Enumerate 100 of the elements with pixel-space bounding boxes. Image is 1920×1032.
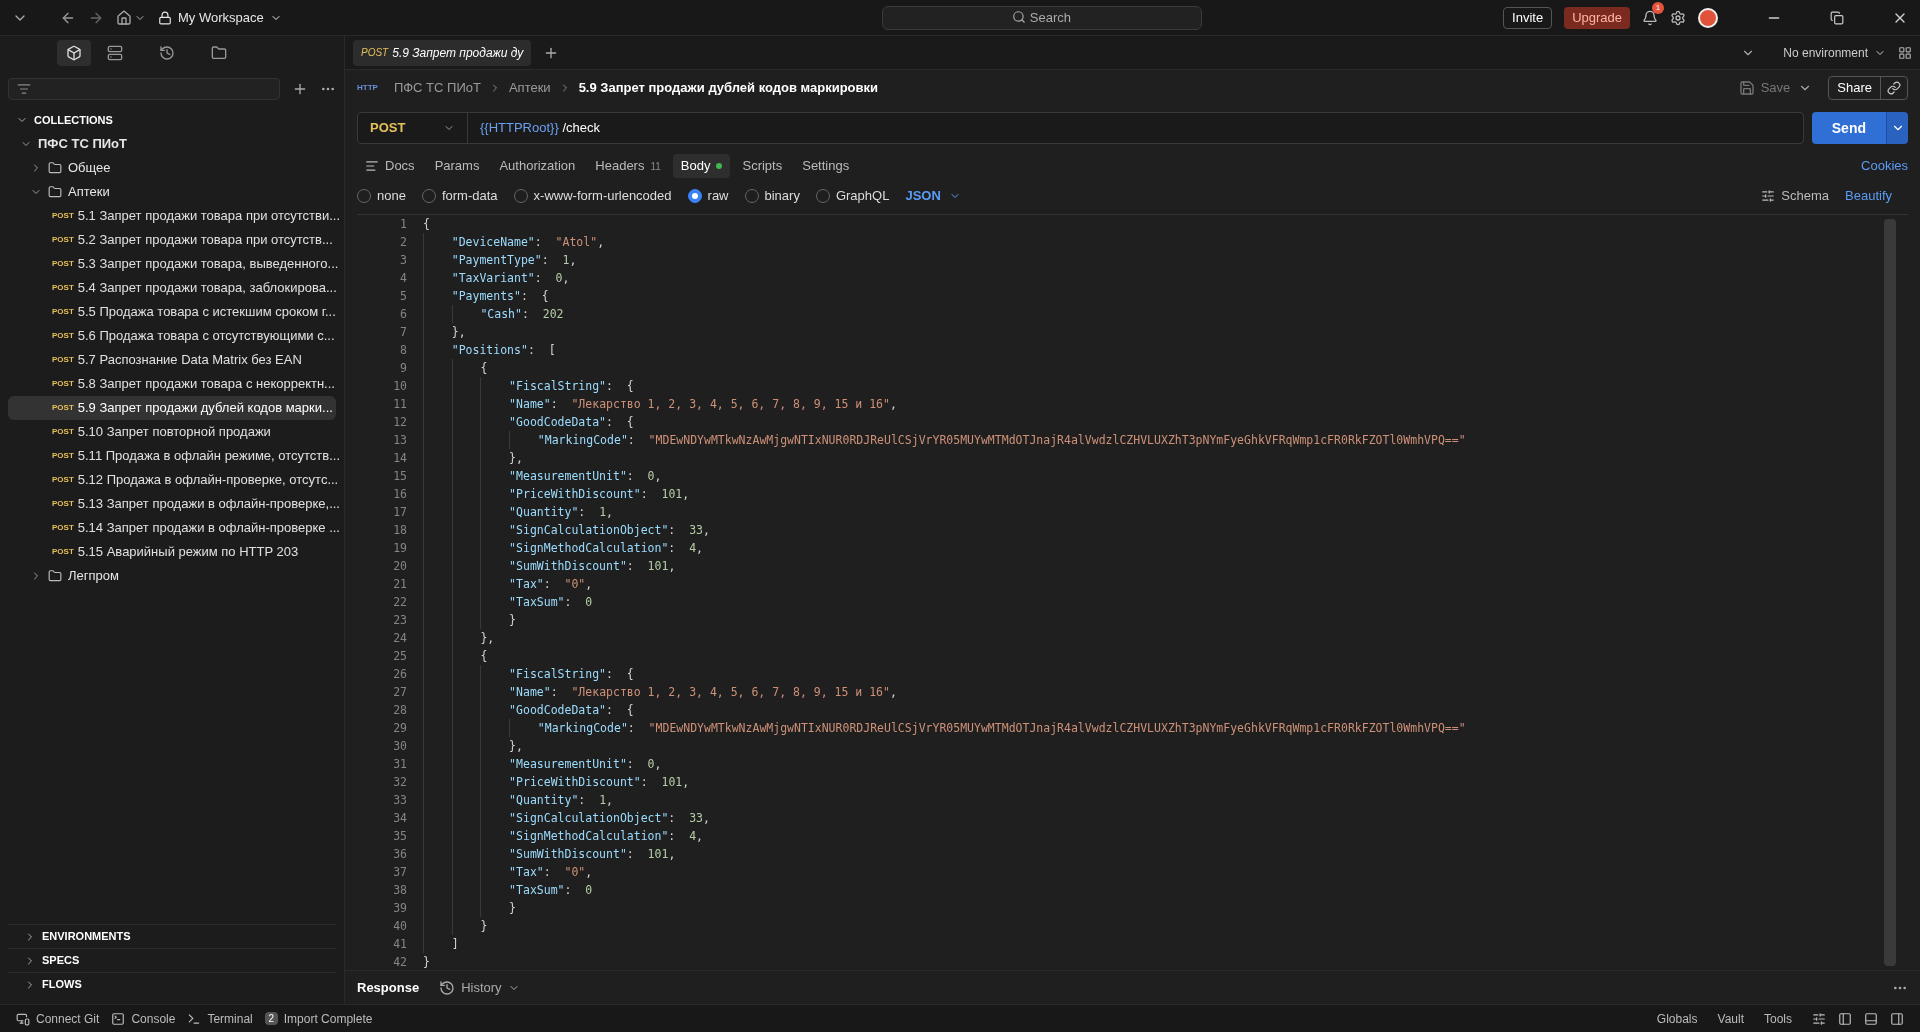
workspace-switcher[interactable]: My Workspace (158, 7, 282, 28)
folder-name[interactable]: Общее (68, 158, 111, 178)
request-item[interactable]: POST 5.8 Запрет продажи товара с некорректн... (8, 372, 336, 396)
folder-name[interactable]: Аптеки (68, 182, 110, 202)
sliders-icon (1761, 189, 1776, 203)
section-header[interactable]: FLOWS (42, 976, 82, 993)
code-line: "SignCalculationObject": 33, (423, 809, 710, 827)
section-header[interactable]: SPECS (42, 952, 80, 969)
folder-icon[interactable] (211, 45, 227, 61)
status-item[interactable]: Globals (1656, 1009, 1698, 1028)
search-icon (1012, 10, 1027, 25)
status-item[interactable]: Console (111, 1009, 176, 1028)
request-item[interactable]: POST 5.9 Запрет продажи дублей кодов марки... (8, 396, 336, 420)
status-item[interactable]: Terminal (187, 1009, 253, 1028)
home-icon[interactable] (116, 9, 132, 26)
request-tab-option[interactable]: Authorization (491, 154, 584, 178)
request-item[interactable]: POST 5.6 Продажа товара с отсутствующими с... (8, 324, 336, 348)
code-line: "MeasurementUnit": 0, (423, 467, 662, 485)
line-number: 15 (392, 468, 407, 485)
request-item[interactable]: POST 5.12 Продажа в офлайн-проверке, отсутс... (8, 468, 336, 492)
line-number: 34 (392, 810, 407, 827)
code-line: "GoodCodeData": { (423, 701, 634, 719)
count-badge: 2 (264, 1012, 278, 1025)
filter-field[interactable] (8, 78, 280, 100)
history-button[interactable]: History (439, 977, 520, 998)
notification-icon[interactable] (1642, 9, 1658, 26)
upgrade-button[interactable]: Upgrade (1564, 6, 1630, 29)
breadcrumb-item[interactable]: Аптеки (508, 78, 551, 98)
sliders-icon[interactable] (1812, 1011, 1826, 1026)
status-item[interactable]: Connect Git (16, 1009, 100, 1028)
line-number: 11 (392, 396, 407, 413)
environment-select[interactable]: No environment (1783, 43, 1886, 62)
save-icon (1738, 80, 1755, 96)
code-line: }, (423, 737, 523, 755)
section-header[interactable]: COLLECTIONS (34, 111, 113, 129)
line-number: 29 (392, 720, 407, 737)
method-select[interactable]: POST (358, 113, 468, 143)
line-number: 36 (392, 846, 407, 863)
beautify-button[interactable]: Beautify (1845, 186, 1892, 206)
code-line: "SignCalculationObject": 33, (423, 521, 710, 539)
radio-option[interactable]: none (357, 186, 406, 206)
request-tab-option[interactable]: Headers 11 (587, 154, 669, 178)
cookies-link[interactable]: Cookies (1861, 156, 1908, 176)
request-item[interactable]: POST 5.4 Запрет продажи товара, заблокирова... (8, 276, 336, 300)
collection-name[interactable]: ПФС ТС ПИоТ (38, 134, 127, 154)
code-line: } (423, 954, 430, 970)
radio-option[interactable]: binary (744, 186, 800, 206)
request-item[interactable]: POST 5.2 Запрет продажи товара при отсутств... (8, 228, 336, 252)
scrollbar[interactable] (1884, 219, 1896, 966)
code-line: }, (423, 449, 523, 467)
request-item[interactable]: POST 5.15 Аварийный режим по HTTP 203 (8, 540, 336, 564)
folder-name[interactable]: Легпром (68, 566, 119, 586)
grid-icon[interactable] (1898, 45, 1912, 60)
panel-bottom-icon[interactable] (1864, 1011, 1878, 1026)
section-header[interactable]: ENVIRONMENTS (42, 928, 131, 945)
radio-option[interactable]: GraphQL (815, 186, 890, 206)
avatar[interactable] (1698, 7, 1718, 28)
status-item[interactable]: Vault (1717, 1009, 1744, 1028)
request-tab-option[interactable]: Settings (794, 154, 858, 178)
settings-icon[interactable] (1670, 9, 1686, 26)
code-line: "Tax": "0", (423, 863, 593, 881)
request-tab[interactable]: POST 5.9 Запрет продажи ду (353, 39, 532, 66)
panel-right-icon[interactable] (1890, 1011, 1904, 1026)
request-item[interactable]: POST 5.3 Запрет продажи товара, выведенного... (8, 252, 336, 276)
status-item[interactable]: 2 Import Complete (264, 1009, 373, 1028)
save-button[interactable]: Save (1738, 78, 1791, 98)
panel-left-icon[interactable] (1838, 1011, 1852, 1026)
url-field[interactable]: {{HTTPRoot}} /check (480, 118, 600, 138)
status-item[interactable]: Tools (1764, 1009, 1792, 1028)
invite-button[interactable]: Invite (1503, 6, 1553, 29)
monitor-icon (16, 1011, 30, 1026)
request-tab-option[interactable]: Docs (357, 154, 423, 178)
format-select[interactable]: JSON (905, 186, 961, 206)
request-tab-option[interactable]: Params (426, 154, 488, 178)
lock-icon (158, 10, 172, 25)
request-item[interactable]: POST 5.5 Продажа товара с истекшим сроком г... (8, 300, 336, 324)
request-tab-option[interactable]: Body (672, 154, 731, 178)
folder-icon (48, 161, 62, 175)
history-icon[interactable] (159, 45, 175, 61)
link-icon[interactable] (1887, 81, 1901, 95)
send-button[interactable]: Send (1811, 112, 1886, 144)
restore-icon[interactable] (1830, 10, 1844, 25)
search-field[interactable]: Search (882, 5, 1203, 30)
server-icon[interactable] (107, 45, 123, 61)
response-tab[interactable]: Response (357, 977, 420, 998)
request-item[interactable]: POST 5.7 Распознание Data Matrix без EAN (8, 348, 336, 372)
request-tab-option[interactable]: Scripts (734, 154, 791, 178)
radio-option[interactable]: form-data (421, 186, 498, 206)
code-line: "Name": "Лекарство 1, 2, 3, 4, 5, 6, 7, 8, 9, 15 и 16", (423, 395, 897, 413)
radio-option[interactable]: raw (687, 186, 729, 206)
collections-tab[interactable] (57, 40, 91, 66)
radio-option[interactable]: x-www-form-urlencoded (513, 186, 672, 206)
line-number: 20 (392, 558, 407, 575)
breadcrumb-item[interactable]: ПФС ТС ПИоТ (393, 78, 481, 98)
line-number: 38 (392, 882, 407, 899)
request-item[interactable]: POST 5.10 Запрет повторной продажи (8, 420, 336, 444)
schema-button[interactable]: Schema (1761, 186, 1829, 206)
add-icon[interactable] (292, 81, 308, 97)
code-line: "MeasurementUnit": 0, (423, 755, 662, 773)
code-line: "SignMethodCalculation": 4, (423, 539, 703, 557)
